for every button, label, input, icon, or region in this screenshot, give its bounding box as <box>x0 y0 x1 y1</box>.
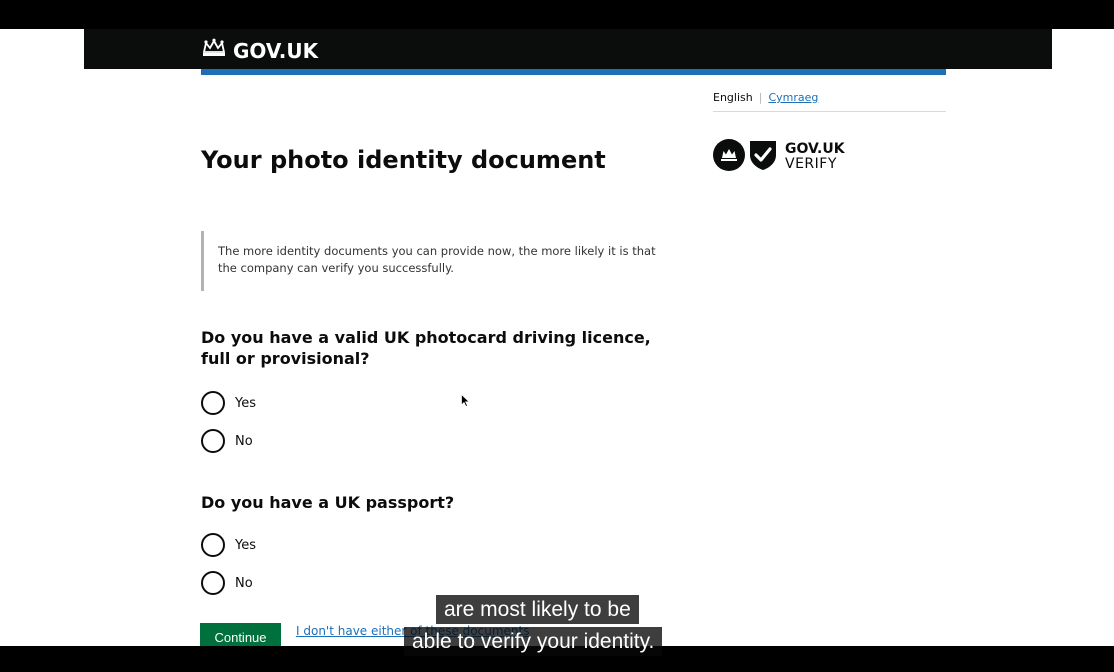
radio-passport-yes[interactable]: Yes <box>201 533 256 557</box>
page-title: Your photo identity document <box>201 146 606 174</box>
radio-label: Yes <box>235 395 256 411</box>
language-separator: | <box>758 91 763 104</box>
radio-label: Yes <box>235 537 256 553</box>
language-divider <box>713 111 946 112</box>
govuk-verify-logo: GOV.UK VERIFY <box>713 139 845 175</box>
shield-check-icon <box>749 139 777 175</box>
crown-circle-icon <box>713 139 745 175</box>
header-blue-rule <box>201 69 946 75</box>
language-welsh-link[interactable]: Cymraeg <box>768 91 818 104</box>
radio-circle[interactable] <box>201 533 225 557</box>
language-switcher: English | Cymraeg <box>713 91 818 104</box>
language-english: English <box>713 91 753 104</box>
radio-licence-yes[interactable]: Yes <box>201 391 256 415</box>
inset-text-panel: The more identity documents you can prov… <box>201 231 664 291</box>
radio-passport-no[interactable]: No <box>201 571 253 595</box>
verify-line2: VERIFY <box>785 156 837 172</box>
radio-label: No <box>235 575 253 591</box>
inset-text: The more identity documents you can prov… <box>218 244 656 275</box>
video-letterbox-top <box>0 0 1114 29</box>
mouse-pointer-icon <box>461 392 470 411</box>
logo-text: GOV.UK <box>233 38 319 63</box>
radio-licence-no[interactable]: No <box>201 429 253 453</box>
crown-icon <box>201 38 227 63</box>
govuk-logo-link[interactable]: GOV.UK <box>201 38 318 63</box>
radio-circle[interactable] <box>201 391 225 415</box>
caption-line-1: are most likely to be <box>436 595 639 624</box>
radio-label: No <box>235 433 253 449</box>
radio-circle[interactable] <box>201 429 225 453</box>
question-driving-licence: Do you have a valid UK photocard driving… <box>201 328 651 368</box>
question-passport: Do you have a UK passport? <box>201 493 455 512</box>
caption-line-2: able to verify your identity. <box>404 627 663 656</box>
verify-line1: GOV.UK <box>785 141 845 157</box>
radio-circle[interactable] <box>201 571 225 595</box>
